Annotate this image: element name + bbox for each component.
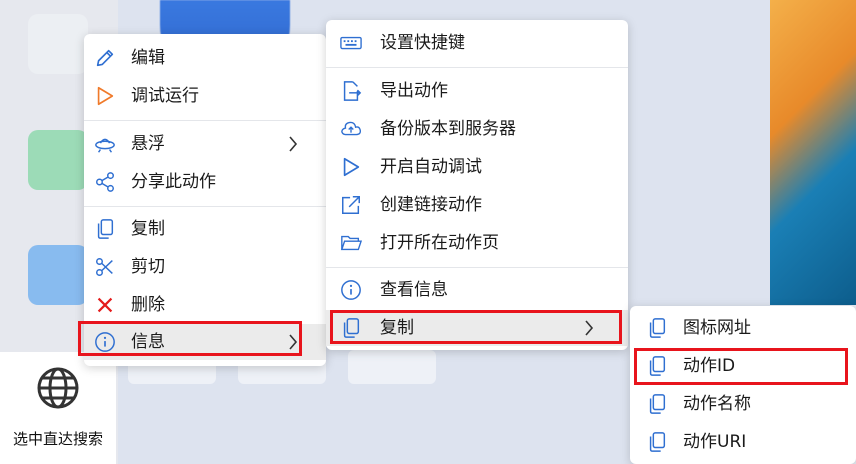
menu-item-label: 信息 [131,332,165,352]
menu-item-float[interactable]: 悬浮 [84,126,326,162]
menu-divider [326,267,628,268]
menu-item-label: 编辑 [131,48,165,68]
menu-item-label: 剪切 [131,257,165,277]
menu-item-label: 动作ID [683,356,736,376]
menu-item-label: 备份版本到服务器 [380,119,516,139]
app-tile[interactable] [348,350,436,384]
copy-icon [649,318,666,338]
menu-item-label: 分享此动作 [131,172,216,192]
app-tile[interactable] [28,130,88,190]
info-icon [341,280,361,300]
menu-divider [84,206,326,207]
context-menu-main: 编辑 调试运行 悬浮 分享此动作 复制 剪切 删除 信息 [84,34,326,366]
search-tool-tile[interactable]: 选中直达搜索 [0,352,116,464]
menu-item-label: 开启自动调试 [380,157,482,177]
search-tool-label: 选中直达搜索 [12,430,103,448]
menu-item-backup[interactable]: 备份版本到服务器 [326,111,628,147]
chevron-right-icon [585,320,594,336]
menu-item-cut[interactable]: 剪切 [84,249,326,285]
delete-x-icon [97,297,113,313]
menu-item-label: 设置快捷键 [380,33,465,53]
share-icon [96,172,114,192]
menu-item-copy-submenu[interactable]: 复制 [326,310,628,346]
context-menu-info: 设置快捷键 导出动作 备份版本到服务器 开启自动调试 创建链接动作 打开所在动作… [326,20,628,350]
menu-item-view-info[interactable]: 查看信息 [326,272,628,308]
menu-item-open-page[interactable]: 打开所在动作页 [326,225,628,261]
scissors-icon [96,258,113,276]
chevron-right-icon [289,334,298,350]
play-icon [343,157,360,177]
menu-item-create-link[interactable]: 创建链接动作 [326,187,628,223]
menu-item-debug-run[interactable]: 调试运行 [84,78,326,114]
menu-item-share[interactable]: 分享此动作 [84,164,326,200]
menu-item-copy-action-name[interactable]: 动作名称 [630,386,856,422]
menu-item-copy-action-uri[interactable]: 动作URI [630,424,856,460]
menu-item-label: 调试运行 [131,86,199,106]
menu-item-info[interactable]: 信息 [84,324,326,360]
chevron-right-icon [289,136,298,152]
menu-item-copy-action-id[interactable]: 动作ID [630,348,856,384]
background-wallpaper [770,0,856,305]
ufo-icon [95,138,115,153]
globe-icon [37,367,79,409]
menu-item-set-shortcut[interactable]: 设置快捷键 [326,25,628,61]
menu-item-label: 查看信息 [380,280,448,300]
menu-item-label: 悬浮 [131,134,165,154]
menu-item-label: 删除 [131,295,165,315]
menu-item-label: 打开所在动作页 [380,233,499,253]
export-icon [343,81,362,101]
info-icon [95,332,115,352]
context-menu-copy: 图标网址 动作ID 动作名称 动作URI [630,306,856,464]
copy-icon [649,432,666,452]
menu-item-label: 动作名称 [683,394,751,414]
menu-item-auto-debug[interactable]: 开启自动调试 [326,149,628,185]
play-icon [97,86,114,106]
menu-divider [84,120,326,121]
copy-icon [649,394,666,414]
menu-item-label: 创建链接动作 [380,195,482,215]
keyboard-icon [340,36,362,50]
copy-icon [649,356,666,376]
menu-item-delete[interactable]: 删除 [84,287,326,323]
menu-item-export[interactable]: 导出动作 [326,73,628,109]
folder-icon [340,235,362,251]
menu-divider [326,67,628,68]
menu-item-label: 动作URI [683,432,747,452]
menu-item-edit[interactable]: 编辑 [84,40,326,76]
copy-icon [97,219,114,239]
menu-item-label: 复制 [131,219,165,239]
app-tile[interactable] [28,245,88,305]
menu-item-label: 导出动作 [380,81,448,101]
menu-item-copy[interactable]: 复制 [84,211,326,247]
copy-icon [343,318,360,338]
cloud-upload-icon [341,121,361,136]
menu-item-copy-icon-url[interactable]: 图标网址 [630,310,856,346]
menu-item-label: 图标网址 [683,318,751,338]
app-tile[interactable] [28,14,88,74]
external-link-icon [342,196,360,214]
pencil-icon [96,49,114,67]
menu-item-label: 复制 [380,318,414,338]
